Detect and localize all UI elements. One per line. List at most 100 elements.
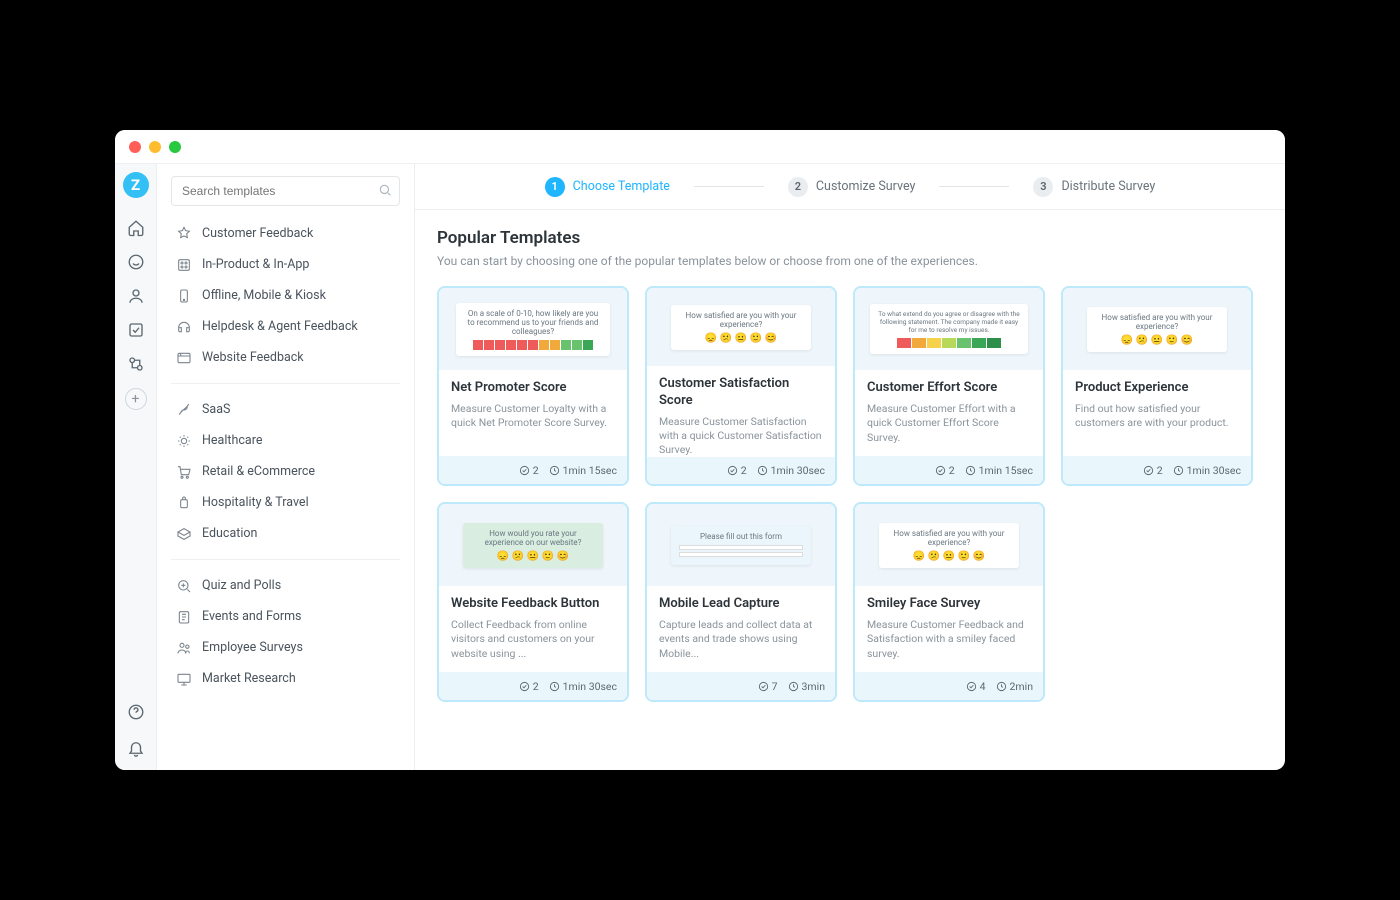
contacts-icon[interactable] bbox=[126, 286, 146, 306]
sidebar-item-cat-0[interactable]: Customer Feedback bbox=[171, 218, 400, 249]
template-card-0[interactable]: On a scale of 0-10, how likely are you t… bbox=[437, 286, 629, 486]
sidebar-item-label: Market Research bbox=[202, 671, 296, 686]
sidebar-item-ind-4[interactable]: Education bbox=[171, 518, 400, 549]
step-label: Distribute Survey bbox=[1061, 179, 1155, 194]
step-number: 1 bbox=[545, 177, 565, 197]
page-subtitle: You can start by choosing one of the pop… bbox=[437, 254, 1263, 268]
sidebar-item-ind-3[interactable]: Hospitality & Travel bbox=[171, 487, 400, 518]
card-footer: 2 1min 15sec bbox=[855, 456, 1043, 484]
card-title: Product Experience bbox=[1075, 380, 1239, 396]
integrations-icon[interactable] bbox=[126, 354, 146, 374]
sidebar-item-label: Retail & eCommerce bbox=[202, 464, 315, 479]
sidebar-item-label: In-Product & In-App bbox=[202, 257, 309, 272]
window-zoom-button[interactable] bbox=[169, 141, 181, 153]
card-thumbnail: How would you rate your experience on ou… bbox=[439, 504, 627, 586]
sidebar-item-cat-4[interactable]: Website Feedback bbox=[171, 342, 400, 373]
card-footer: 7 3min bbox=[647, 672, 835, 700]
monitor-icon bbox=[175, 670, 192, 687]
card-title: Customer Satisfaction Score bbox=[659, 376, 823, 409]
sidebar-item-ind-2[interactable]: Retail & eCommerce bbox=[171, 456, 400, 487]
duration: 3min bbox=[788, 680, 825, 693]
headset-icon bbox=[175, 318, 192, 335]
window-close-button[interactable] bbox=[129, 141, 141, 153]
sidebar-item-label: Healthcare bbox=[202, 433, 262, 448]
card-footer: 2 1min 30sec bbox=[647, 457, 835, 484]
clipboard-icon bbox=[175, 608, 192, 625]
duration: 1min 30sec bbox=[1173, 464, 1241, 477]
sidebar-item-cat-1[interactable]: In-Product & In-App bbox=[171, 249, 400, 280]
card-thumbnail: On a scale of 0-10, how likely are you t… bbox=[439, 288, 627, 370]
sidebar-item-label: Offline, Mobile & Kiosk bbox=[202, 288, 326, 303]
template-grid: On a scale of 0-10, how likely are you t… bbox=[437, 286, 1263, 702]
sidebar-item-ind-1[interactable]: Healthcare bbox=[171, 425, 400, 456]
sidebar-item-label: Employee Surveys bbox=[202, 640, 303, 655]
sun-icon bbox=[175, 432, 192, 449]
card-title: Customer Effort Score bbox=[867, 380, 1031, 396]
step-divider bbox=[939, 186, 1009, 187]
card-description: Find out how satisfied your customers ar… bbox=[1075, 402, 1239, 430]
template-card-2[interactable]: To what extend do you agree or disagree … bbox=[853, 286, 1045, 486]
step-customize-survey[interactable]: 2 Customize Survey bbox=[788, 177, 916, 197]
card-footer: 2 1min 30sec bbox=[1063, 456, 1251, 484]
duration: 1min 30sec bbox=[549, 680, 617, 693]
question-count: 2 bbox=[1143, 464, 1163, 477]
sidebar: Customer Feedback In-Product & In-App Offl… bbox=[157, 164, 415, 770]
window-minimize-button[interactable] bbox=[149, 141, 161, 153]
card-description: Capture leads and collect data at events… bbox=[659, 618, 823, 661]
notifications-icon[interactable] bbox=[126, 738, 146, 758]
step-label: Choose Template bbox=[573, 179, 670, 194]
main-area: 1 Choose Template 2 Customize Survey 3 D… bbox=[415, 164, 1285, 770]
people-icon bbox=[175, 639, 192, 656]
sidebar-item-label: SaaS bbox=[202, 402, 230, 417]
question-count: 2 bbox=[519, 680, 539, 693]
sidebar-item-label: Hospitality & Travel bbox=[202, 495, 309, 510]
question-count: 2 bbox=[519, 464, 539, 477]
card-thumbnail: Please fill out this form bbox=[647, 504, 835, 586]
card-title: Net Promoter Score bbox=[451, 380, 615, 396]
sidebar-item-ind-0[interactable]: SaaS bbox=[171, 394, 400, 425]
stepper: 1 Choose Template 2 Customize Survey 3 D… bbox=[415, 164, 1285, 210]
cart-icon bbox=[175, 463, 192, 480]
step-label: Customize Survey bbox=[816, 179, 916, 194]
step-divider bbox=[694, 186, 764, 187]
sidebar-item-cat-3[interactable]: Helpdesk & Agent Feedback bbox=[171, 311, 400, 342]
sidebar-item-type-0[interactable]: Quiz and Polls bbox=[171, 570, 400, 601]
template-card-5[interactable]: Please fill out this formMobile Lead Cap… bbox=[645, 502, 837, 702]
feedback-icon[interactable] bbox=[126, 252, 146, 272]
template-card-6[interactable]: How satisfied are you with your experien… bbox=[853, 502, 1045, 702]
question-count: 4 bbox=[966, 680, 986, 693]
question-count: 7 bbox=[758, 680, 778, 693]
sidebar-item-label: Education bbox=[202, 526, 257, 541]
mobile-icon bbox=[175, 287, 192, 304]
template-card-1[interactable]: How satisfied are you with your experien… bbox=[645, 286, 837, 486]
card-footer: 2 1min 30sec bbox=[439, 672, 627, 700]
grid-icon bbox=[175, 256, 192, 273]
sidebar-item-type-1[interactable]: Events and Forms bbox=[171, 601, 400, 632]
app-logo[interactable]: Z bbox=[123, 172, 149, 198]
card-description: Measure Customer Feedback and Satisfacti… bbox=[867, 618, 1031, 661]
quiz-icon bbox=[175, 577, 192, 594]
help-icon[interactable] bbox=[126, 702, 146, 722]
app-window: Z + bbox=[115, 130, 1285, 770]
card-description: Measure Customer Loyalty with a quick Ne… bbox=[451, 402, 615, 430]
sidebar-item-type-2[interactable]: Employee Surveys bbox=[171, 632, 400, 663]
sidebar-item-cat-2[interactable]: Offline, Mobile & Kiosk bbox=[171, 280, 400, 311]
search-input[interactable] bbox=[171, 176, 400, 206]
template-card-4[interactable]: How would you rate your experience on ou… bbox=[437, 502, 629, 702]
tasks-icon[interactable] bbox=[126, 320, 146, 340]
template-card-3[interactable]: How satisfied are you with your experien… bbox=[1061, 286, 1253, 486]
browser-icon bbox=[175, 349, 192, 366]
titlebar bbox=[115, 130, 1285, 164]
step-distribute-survey[interactable]: 3 Distribute Survey bbox=[1033, 177, 1155, 197]
add-button[interactable]: + bbox=[125, 388, 147, 410]
duration: 1min 30sec bbox=[757, 464, 825, 477]
step-choose-template[interactable]: 1 Choose Template bbox=[545, 177, 670, 197]
sidebar-item-label: Website Feedback bbox=[202, 350, 304, 365]
duration: 2min bbox=[996, 680, 1033, 693]
sidebar-item-label: Customer Feedback bbox=[202, 226, 313, 241]
home-icon[interactable] bbox=[126, 218, 146, 238]
step-number: 2 bbox=[788, 177, 808, 197]
step-number: 3 bbox=[1033, 177, 1053, 197]
sidebar-item-type-3[interactable]: Market Research bbox=[171, 663, 400, 694]
question-count: 2 bbox=[727, 464, 747, 477]
